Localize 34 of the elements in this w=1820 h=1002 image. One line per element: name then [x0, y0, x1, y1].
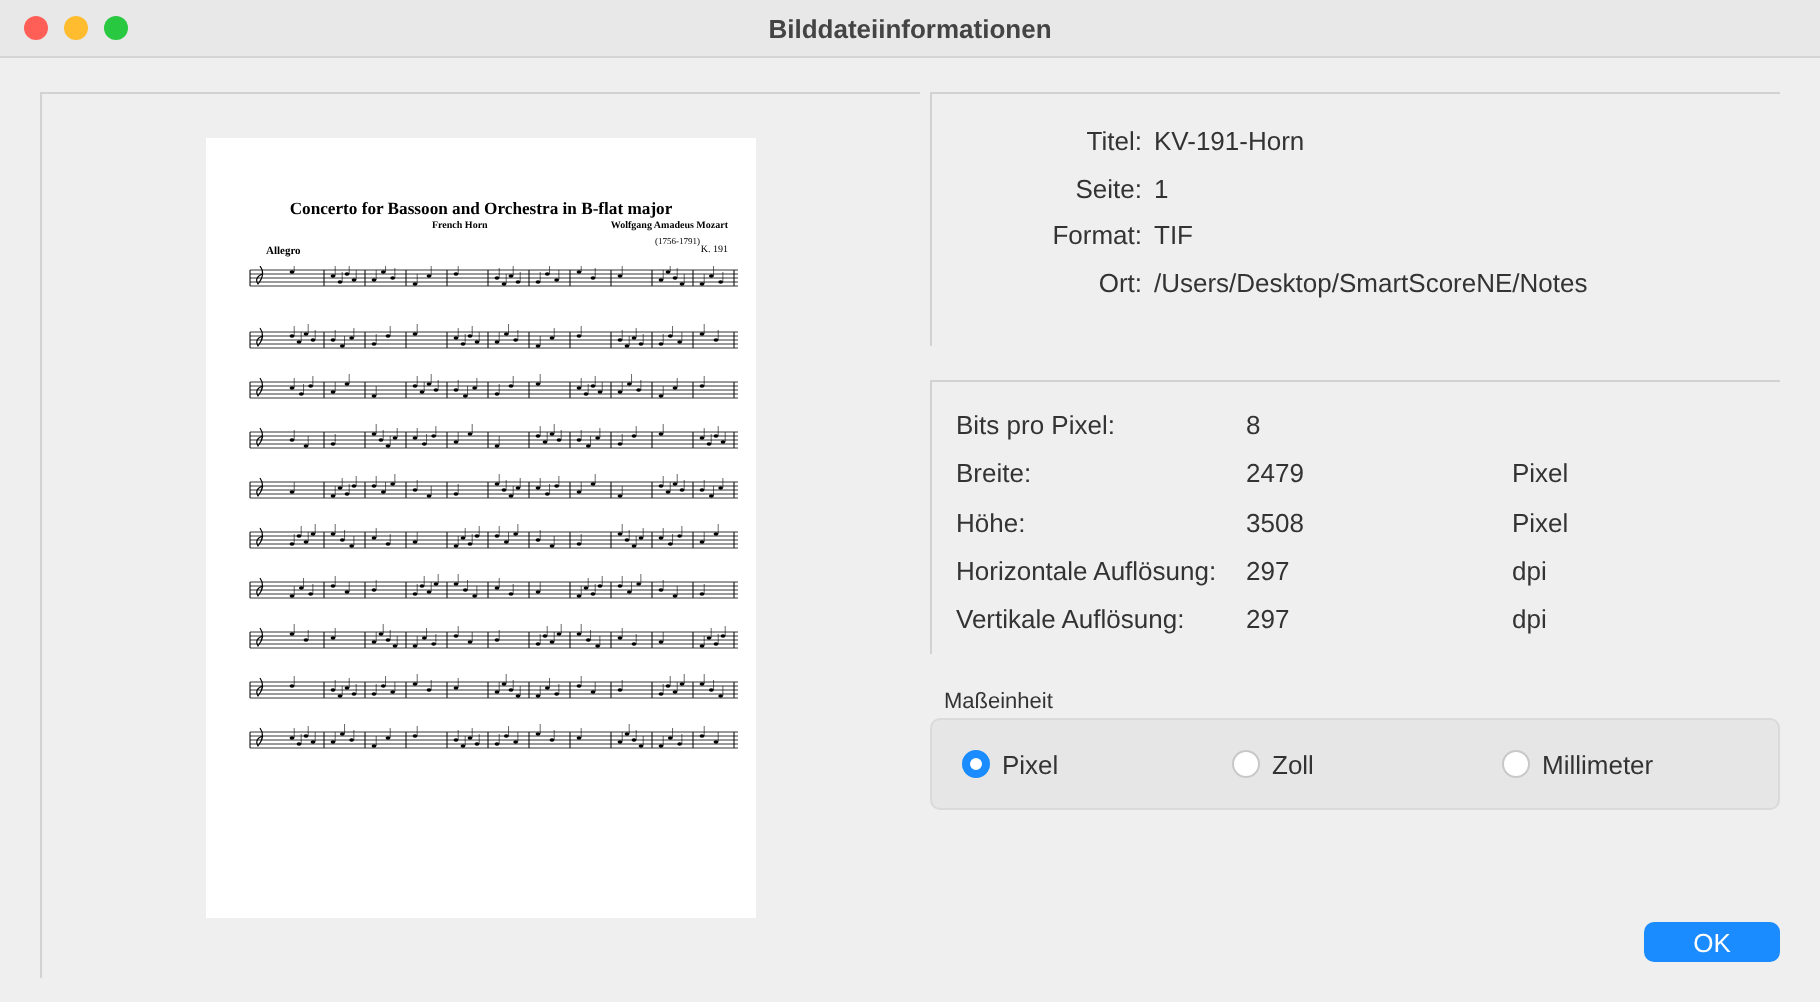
group-title: Maßeinheit — [944, 690, 1053, 714]
field-label: Horizontale Auflösung: — [956, 553, 1219, 590]
field-value: TIF — [1154, 218, 1195, 254]
field-value: 297 — [1246, 553, 1292, 590]
field-label: Titel: — [1084, 124, 1142, 160]
field-value: 3508 — [1246, 505, 1306, 542]
unit-label: dpi — [1512, 553, 1549, 590]
field-value: KV-191-Horn — [1154, 124, 1307, 160]
field-label: Ort: — [1096, 265, 1142, 301]
field-value: 1 — [1154, 171, 1171, 207]
radio-label[interactable]: Millimeter — [1542, 749, 1654, 779]
field-label: Seite: — [1073, 171, 1142, 207]
field-value: /Users/Desktop/SmartScoreNE/Notes — [1154, 265, 1590, 302]
radio-label[interactable]: Zoll — [1272, 749, 1314, 779]
radio-button[interactable] — [1502, 750, 1530, 778]
score-title: Concerto for Bassoon and Orchestra in B-flat major — [289, 198, 673, 218]
unit-label: Pixel — [1512, 505, 1571, 542]
field-label: Breite: — [956, 456, 1034, 493]
radio-button[interactable] — [962, 750, 990, 778]
field-label: Format: — [1050, 218, 1142, 254]
radio-label[interactable]: Pixel — [1002, 749, 1059, 779]
field-label: Vertikale Auflösung: — [956, 602, 1187, 639]
unit-label: dpi — [1512, 602, 1549, 639]
field-value: 2479 — [1246, 456, 1306, 493]
field-label: Höhe: — [956, 505, 1028, 542]
zoom-button[interactable] — [104, 16, 128, 40]
field-value: 8 — [1246, 408, 1263, 444]
radio-button[interactable] — [1232, 750, 1260, 778]
close-button[interactable] — [24, 16, 48, 40]
field-label: Bits pro Pixel: — [956, 408, 1117, 444]
unit-label: Pixel — [1512, 456, 1571, 493]
field-value: 297 — [1246, 602, 1292, 639]
window-title: Bilddateiinformationen — [768, 13, 1052, 43]
minimize-button[interactable] — [64, 16, 88, 40]
